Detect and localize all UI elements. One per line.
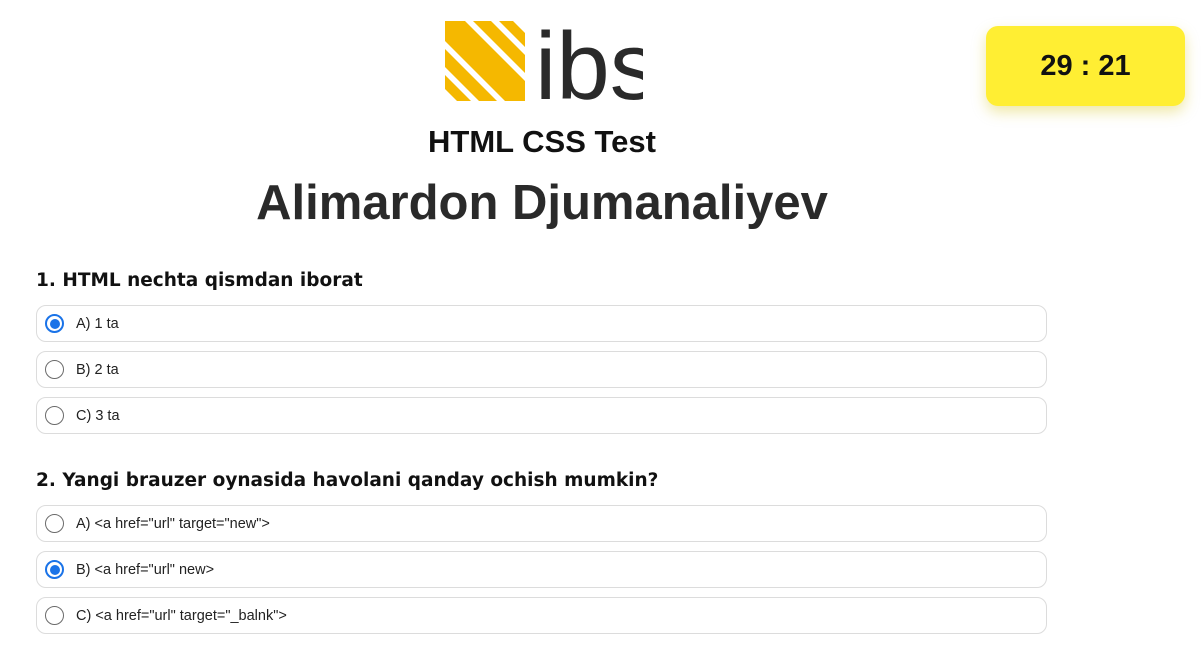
ibs-logo-mark: ibs xyxy=(445,13,658,120)
radio-button[interactable] xyxy=(45,606,64,625)
radio-dot xyxy=(49,564,60,575)
student-name: Alimardon Djumanaliyev xyxy=(256,176,828,230)
answer-option-label: B) 2 ta xyxy=(76,361,119,378)
answer-option-c[interactable]: C) <a href="url" target="_balnk"> xyxy=(36,597,1047,634)
logo-wordmark: ibs xyxy=(535,19,643,103)
question-text: 2. Yangi brauzer oynasida havolani qanda… xyxy=(36,470,659,491)
answer-option-a[interactable]: A) <a href="url" target="new"> xyxy=(36,505,1047,542)
answer-option-label: C) <a href="url" target="_balnk"> xyxy=(76,607,287,624)
answer-option-c[interactable]: C) 3 ta xyxy=(36,397,1047,434)
answer-option-label: A) <a href="url" target="new"> xyxy=(76,515,270,532)
countdown-timer: 29 : 21 xyxy=(986,26,1185,106)
answer-option-b[interactable]: B) 2 ta xyxy=(36,351,1047,388)
answer-option-label: A) 1 ta xyxy=(76,315,119,332)
radio-button-selected[interactable] xyxy=(45,314,64,333)
answer-option-a[interactable]: A) 1 ta xyxy=(36,305,1047,342)
radio-button-selected[interactable] xyxy=(45,560,64,579)
radio-button[interactable] xyxy=(45,406,64,425)
radio-dot xyxy=(49,318,60,329)
answer-option-b[interactable]: B) <a href="url" new> xyxy=(36,551,1047,588)
answer-option-label: B) <a href="url" new> xyxy=(76,561,215,578)
test-page: ibs 29 : 21 HTML CSS Test Alimardon Djum… xyxy=(0,0,1201,651)
test-title: HTML CSS Test xyxy=(428,124,656,159)
radio-button[interactable] xyxy=(45,360,64,379)
question-text: 1. HTML nechta qismdan iborat xyxy=(36,270,363,291)
question-2: 2. Yangi brauzer oynasida havolani qanda… xyxy=(36,467,1047,643)
ibs-logo: ibs xyxy=(443,13,658,120)
answer-option-label: C) 3 ta xyxy=(76,407,120,424)
radio-button[interactable] xyxy=(45,514,64,533)
question-1: 1. HTML nechta qismdan iborat A) 1 ta B)… xyxy=(36,267,1047,443)
